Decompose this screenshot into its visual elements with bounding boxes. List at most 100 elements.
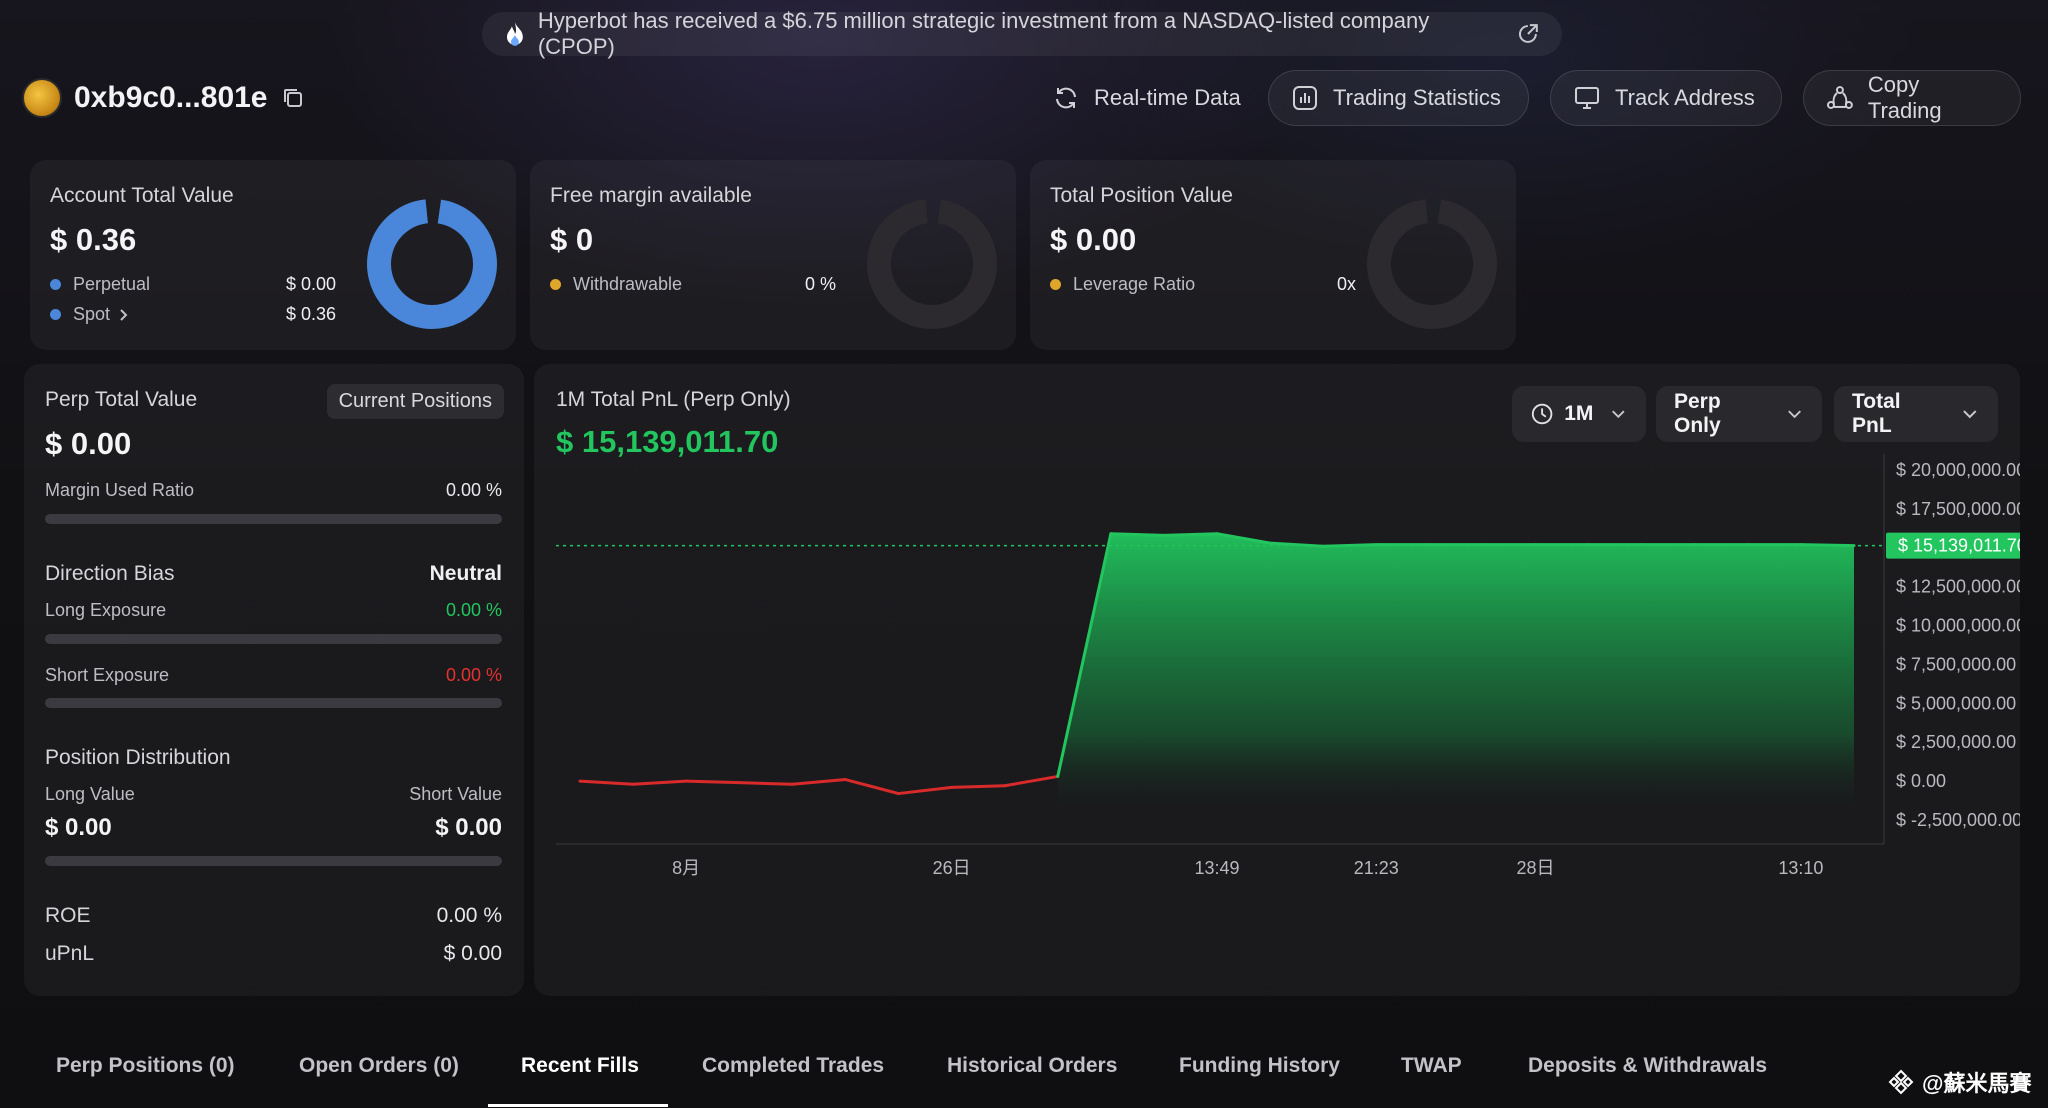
- perp-total-title: Perp Total Value: [45, 388, 198, 411]
- tab-completed-trades[interactable]: Completed Trades: [702, 1054, 884, 1078]
- perp-total-value-panel: Perp Total Value Current Positions $ 0.0…: [24, 364, 524, 996]
- pnl-area-chart: $ 20,000,000.00$ 17,500,000.00$ 15,000,0…: [556, 454, 2020, 878]
- x-tick-label: 26日: [933, 858, 971, 878]
- long-exposure-bar: [45, 634, 502, 644]
- pnl-line-segment: [897, 785, 954, 796]
- announcement-banner[interactable]: Hyperbot has received a $6.75 million st…: [482, 8, 1562, 59]
- x-tick-label: 8月: [672, 858, 700, 878]
- position-donut-chart: [1367, 199, 1497, 329]
- long-value-amount: $ 0.00: [45, 814, 112, 841]
- total-position-value: $ 0.00: [1050, 222, 1137, 257]
- scope-value: Perp Only: [1674, 390, 1721, 437]
- leverage-ratio-value: 0x: [1336, 274, 1356, 294]
- short-exposure-label: Short Exposure: [45, 665, 170, 685]
- short-exposure-value: 0.00 %: [445, 665, 502, 685]
- upnl-label: uPnL: [45, 942, 95, 965]
- withdrawable-value: 0 %: [804, 274, 836, 294]
- y-tick-label: $ 5,000,000.00: [1896, 693, 2016, 713]
- chevron-down-icon: [1788, 410, 1801, 419]
- trading-statistics-button[interactable]: Trading Statistics: [1268, 70, 1529, 126]
- clock-icon: [1531, 403, 1553, 425]
- spot-value: $ 0.36: [285, 304, 336, 324]
- avatar: [22, 78, 62, 118]
- tab-historical-orders[interactable]: Historical Orders: [947, 1054, 1117, 1078]
- perpetual-label: Perpetual: [73, 274, 151, 294]
- tab-deposits-withdrawals[interactable]: Deposits & Withdrawals: [1528, 1054, 1767, 1078]
- upnl-value: $ 0.00: [443, 942, 502, 965]
- position-distribution-bar: [45, 856, 502, 866]
- short-value-label: Short Value: [409, 784, 502, 804]
- perp-total-value: $ 0.00: [45, 426, 132, 461]
- account-total-value: $ 0.36: [50, 222, 137, 257]
- watermark-text: @蘇米馬賽: [1922, 1071, 2032, 1096]
- y-tick-label: $ -2,500,000.00: [1896, 810, 2020, 830]
- card-title: Total Position Value: [1050, 184, 1233, 207]
- free-margin-card: Free margin available $ 0 Withdrawable 0…: [530, 160, 1016, 350]
- banner-text: Hyperbot has received a $6.75 million st…: [537, 8, 1430, 59]
- refresh-icon: [1056, 87, 1076, 109]
- free-margin-value: $ 0: [550, 222, 594, 257]
- tab-open-orders[interactable]: Open Orders (0): [299, 1054, 459, 1078]
- pnl-area-fill: [1057, 533, 1854, 820]
- chevron-down-icon: [1612, 410, 1625, 419]
- legend-dot: [50, 309, 61, 320]
- wallet-address: 0xb9c0...801e: [74, 81, 268, 114]
- period-value: 1M: [1564, 402, 1594, 425]
- pnl-line-segment: [1162, 532, 1219, 537]
- legend-dot: [550, 279, 561, 290]
- margin-used-ratio-value: 0.00 %: [445, 480, 502, 500]
- copy-trading-label: Copy Trading: [1867, 72, 1942, 123]
- pnl-line-segment: [737, 781, 794, 786]
- y-tick-label: $ 2,500,000.00: [1896, 732, 2016, 752]
- perpetual-row: Perpetual $ 0.00: [50, 274, 336, 295]
- direction-bias-label: Direction Bias: [45, 562, 175, 585]
- chevron-down-icon: [1963, 410, 1977, 419]
- pnl-line-segment: [1003, 774, 1060, 788]
- external-link-icon[interactable]: [1516, 22, 1540, 46]
- realtime-data-label: Real-time Data: [1094, 85, 1241, 110]
- binance-logo-icon: [1888, 1069, 1914, 1095]
- copy-trading-button[interactable]: Copy Trading: [1803, 70, 2021, 126]
- margin-used-ratio-label: Margin Used Ratio: [45, 480, 195, 500]
- tab-funding-history[interactable]: Funding History: [1179, 1054, 1340, 1078]
- scope-selector[interactable]: Perp Only: [1656, 386, 1822, 442]
- withdrawable-row: Withdrawable 0 %: [550, 274, 836, 295]
- copy-icon[interactable]: [280, 85, 306, 111]
- pnl-chart-panel: 1M Total PnL (Perp Only) $ 15,139,011.70…: [534, 364, 2020, 996]
- legend-dot: [1050, 279, 1061, 290]
- realtime-data-button[interactable]: Real-time Data: [1030, 70, 1263, 126]
- bar-chart-icon: [1293, 86, 1317, 110]
- spot-row[interactable]: Spot $ 0.36: [50, 304, 336, 325]
- long-value-label: Long Value: [45, 784, 135, 804]
- y-tick-label: $ 12,500,000.00: [1896, 577, 2020, 597]
- long-exposure-label: Long Exposure: [45, 600, 167, 620]
- legend-dot: [50, 279, 61, 290]
- short-value-amount: $ 0.00: [435, 814, 502, 841]
- tab-twap[interactable]: TWAP: [1401, 1054, 1462, 1078]
- y-tick-label: $ 17,500,000.00: [1896, 499, 2020, 519]
- current-positions-button[interactable]: Current Positions: [326, 384, 504, 419]
- short-exposure-bar: [45, 698, 502, 708]
- y-tick-label: $ 10,000,000.00: [1896, 616, 2020, 636]
- tab-perp-positions[interactable]: Perp Positions (0): [56, 1054, 235, 1078]
- monitor-icon: [1575, 87, 1599, 109]
- x-tick-label: 13:49: [1194, 858, 1239, 878]
- y-tick-label: $ 0.00: [1896, 771, 1946, 791]
- x-tick-label: 28日: [1516, 858, 1554, 878]
- long-exposure-value: 0.00 %: [445, 600, 502, 620]
- pnl-line-segment: [684, 779, 741, 785]
- leverage-ratio-row: Leverage Ratio 0x: [1050, 274, 1356, 295]
- track-address-button[interactable]: Track Address: [1550, 70, 1782, 126]
- spot-label: Spot: [73, 304, 111, 324]
- pnl-line-segment: [578, 779, 635, 786]
- track-address-label: Track Address: [1615, 85, 1755, 110]
- metric-selector[interactable]: Total PnL: [1834, 386, 1998, 442]
- pnl-title: 1M Total PnL (Perp Only): [556, 388, 791, 411]
- period-selector[interactable]: 1M: [1512, 386, 1646, 442]
- y-tick-label: $ 20,000,000.00: [1896, 460, 2020, 480]
- card-title: Free margin available: [550, 184, 752, 207]
- tab-recent-fills[interactable]: Recent Fills: [521, 1054, 639, 1078]
- withdrawable-label: Withdrawable: [573, 274, 683, 294]
- roe-label: ROE: [45, 904, 91, 927]
- pnl-line-segment: [843, 778, 900, 796]
